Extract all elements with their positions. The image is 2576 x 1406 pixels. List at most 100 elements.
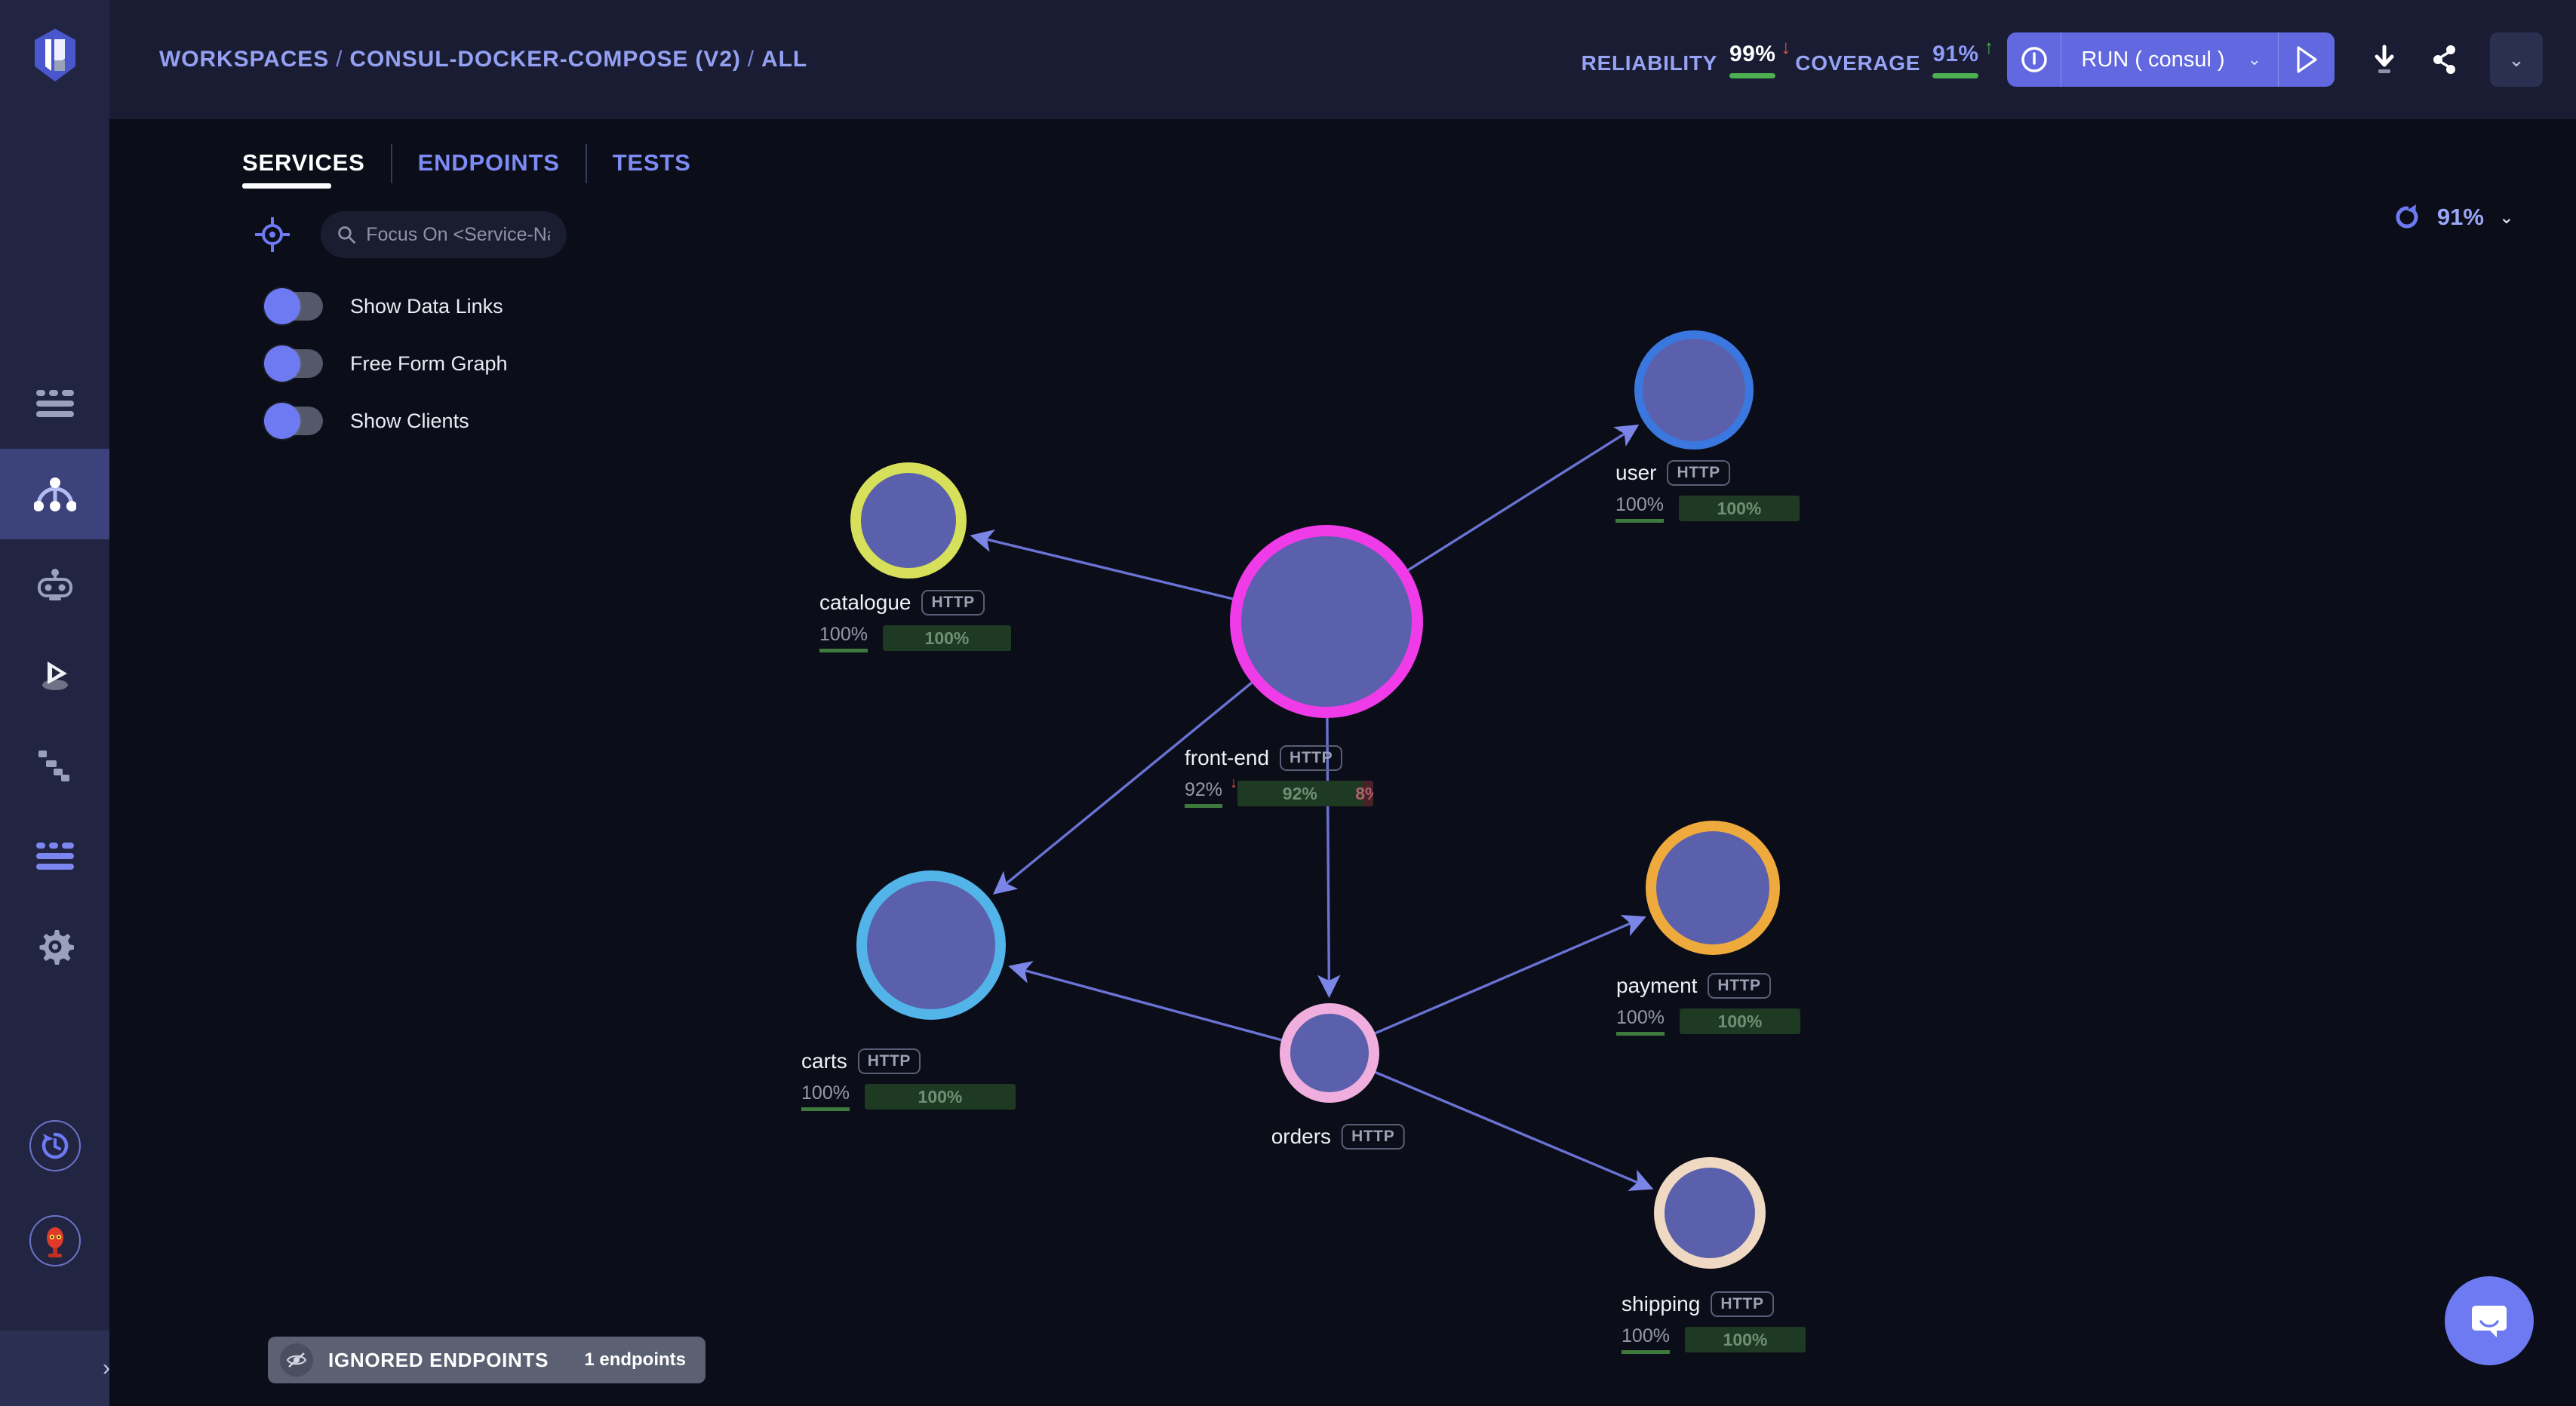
chat-widget-button[interactable] (2445, 1276, 2534, 1365)
coverage-segment-fail: 8% (1363, 781, 1373, 806)
service-reliability: 100% (1615, 494, 1664, 523)
coverage-segment-ok: 92% (1237, 781, 1363, 806)
service-caption-title: catalogueHTTP (819, 590, 1011, 616)
toggle-knob (264, 288, 300, 324)
sidebar-item-list-view[interactable] (0, 358, 109, 449)
sidebar-item-reports[interactable] (0, 811, 109, 901)
toggle-knob (264, 403, 300, 439)
service-reliability: 100% (801, 1082, 850, 1111)
sidebar-item-history[interactable] (29, 1120, 81, 1171)
service-metrics-row: 100%100% (801, 1082, 1016, 1111)
service-node-shipping[interactable] (1654, 1157, 1766, 1269)
tab-bar: SERVICES ENDPOINTS TESTS (109, 119, 2576, 192)
breadcrumb-workspace[interactable]: CONSUL-DOCKER-COMPOSE (V2) (349, 47, 740, 72)
toggle-show-data-links-label: Show Data Links (350, 295, 503, 318)
graph-edge (1376, 1073, 1650, 1188)
reliability-value: 99% (1729, 41, 1775, 73)
breadcrumb-workspaces[interactable]: WORKSPACES (159, 47, 329, 72)
gear-icon (36, 928, 74, 965)
ignored-endpoints-bar[interactable]: IGNORED ENDPOINTS 1 endpoints (268, 1337, 705, 1383)
ignored-endpoints-title: IGNORED ENDPOINTS (328, 1349, 549, 1372)
service-reliability: 100% (819, 624, 868, 652)
service-node-carts[interactable] (856, 870, 1006, 1020)
app-logo[interactable] (0, 0, 109, 109)
service-caption-orders: ordersHTTP (1271, 1124, 1405, 1150)
service-name: shipping (1622, 1292, 1700, 1316)
toggle-show-data-links[interactable]: Show Data Links (264, 278, 508, 335)
service-node-catalogue[interactable] (850, 462, 967, 579)
run-target-selector[interactable]: RUN ( consul ) ⌄ (2061, 32, 2279, 87)
service-node-orders[interactable] (1280, 1003, 1379, 1103)
ignored-endpoints-count: 1 endpoints (584, 1349, 686, 1371)
service-node-payment[interactable] (1646, 821, 1780, 955)
expand-sidebar-button[interactable]: › (0, 1331, 127, 1406)
service-metrics-row: 100%100% (1622, 1325, 1806, 1354)
zoom-control[interactable]: 91% ⌄ (2392, 202, 2514, 232)
service-protocol-badge: HTTP (1711, 1291, 1773, 1317)
service-caption-payment: paymentHTTP 100%100% (1616, 973, 1800, 1036)
top-bar-right: RELIABILITY 99% ↓ COVERAGE 91% ↑ (1582, 32, 2543, 87)
service-name: orders (1271, 1125, 1331, 1149)
service-name: catalogue (819, 591, 911, 615)
sidebar-item-mascot[interactable] (29, 1215, 81, 1266)
sidebar-item-flows[interactable] (0, 720, 109, 811)
share-icon (2431, 45, 2458, 75)
service-caption-title: paymentHTTP (1616, 973, 1800, 999)
tab-tests[interactable]: TESTS (613, 149, 717, 189)
coverage-label: COVERAGE (1795, 51, 1920, 78)
coverage-underline (1932, 73, 1978, 78)
toggle-show-clients[interactable]: Show Clients (264, 392, 508, 450)
service-reliability: 92%↓ (1185, 779, 1222, 808)
reliability-trend-down-icon: ↓ (1781, 37, 1791, 57)
focus-search-box[interactable] (321, 211, 567, 258)
service-coverage-bar: 100% (1679, 496, 1800, 521)
service-reliability: 100% (1616, 1007, 1665, 1036)
service-metrics-row: 100%100% (1616, 1007, 1800, 1036)
service-name: front-end (1185, 746, 1269, 770)
center-graph-button[interactable] (253, 215, 292, 254)
coverage-trend-up-icon: ↑ (1984, 37, 1993, 57)
toggle-switch[interactable] (264, 407, 323, 435)
service-reliability-value: 100% (801, 1082, 850, 1111)
run-schedule-button[interactable] (2007, 32, 2061, 87)
sidebar-nav (0, 358, 109, 992)
sidebar-item-robot[interactable] (0, 539, 109, 630)
service-caption-front-end: front-endHTTP92%↓92%8% (1185, 745, 1373, 808)
breadcrumb-all[interactable]: ALL (761, 47, 807, 72)
sidebar-item-run[interactable] (0, 630, 109, 720)
service-coverage-bar: 100% (1685, 1327, 1806, 1352)
service-caption-title: userHTTP (1615, 460, 1800, 486)
search-input[interactable] (366, 224, 550, 246)
download-icon (2371, 45, 2398, 75)
tab-endpoints[interactable]: ENDPOINTS (418, 149, 586, 189)
service-reliability-value: 100% (819, 624, 868, 652)
sidebar-item-service-graph[interactable] (0, 449, 109, 539)
service-node-user[interactable] (1634, 330, 1754, 450)
breadcrumb: WORKSPACES/CONSUL-DOCKER-COMPOSE (V2)/AL… (159, 47, 807, 72)
header-collapse-button[interactable]: ⌄ (2490, 32, 2543, 87)
service-caption-user: userHTTP 100% 100% (1615, 460, 1800, 523)
toggle-show-clients-label: Show Clients (350, 410, 469, 433)
service-node-front-end[interactable] (1230, 525, 1423, 718)
run-button[interactable] (2279, 32, 2335, 87)
service-name: carts (801, 1049, 847, 1073)
share-button[interactable] (2415, 32, 2475, 87)
service-metrics-row: 100%100% (819, 624, 1011, 652)
toggle-switch[interactable] (264, 349, 323, 378)
reliability-metric: RELIABILITY 99% ↓ (1582, 41, 1776, 78)
service-caption-catalogue: catalogueHTTP 100%100% (819, 590, 1011, 652)
tab-endpoints-label: ENDPOINTS (418, 149, 560, 176)
reliability-label: RELIABILITY (1582, 51, 1717, 78)
graph-edge (996, 683, 1252, 892)
toggle-free-form-graph[interactable]: Free Form Graph (264, 335, 508, 392)
steps-icon (37, 749, 73, 782)
download-button[interactable] (2354, 32, 2415, 87)
graph-edge (974, 536, 1233, 599)
service-protocol-badge: HTTP (858, 1048, 921, 1074)
service-metrics-row: 100% 100% (1615, 494, 1800, 523)
sidebar-item-settings[interactable] (0, 901, 109, 992)
toggle-switch[interactable] (264, 292, 323, 321)
left-sidebar: › (0, 0, 109, 1406)
tab-services[interactable]: SERVICES (242, 149, 391, 189)
top-bar: WORKSPACES/CONSUL-DOCKER-COMPOSE (V2)/AL… (109, 0, 2576, 119)
